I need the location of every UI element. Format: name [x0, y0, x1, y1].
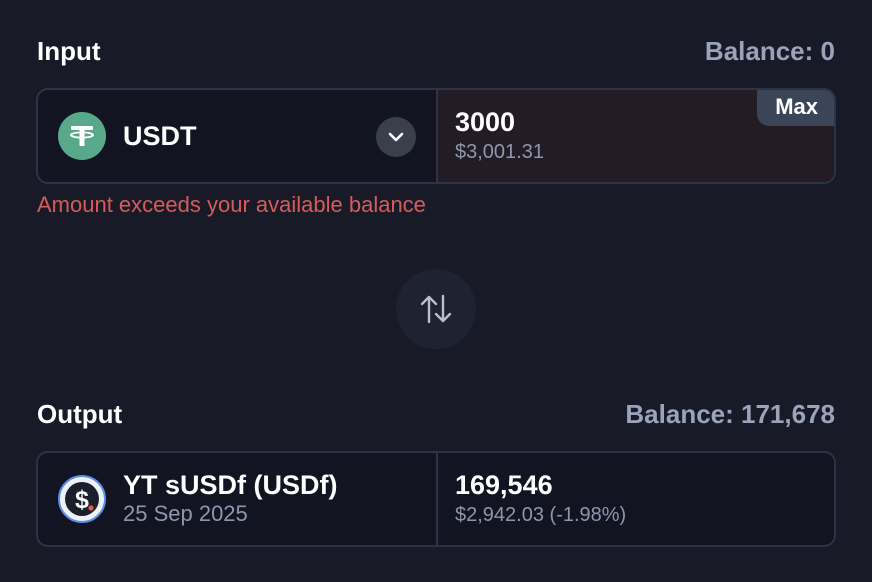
error-message: Amount exceeds your available balance: [37, 192, 426, 217]
output-amount: 169,546: [455, 470, 553, 500]
output-amount-field: 169,546 $2,942.03 (-1.98%): [438, 453, 834, 545]
input-token-symbol: USDT: [123, 120, 197, 151]
output-header: Output Balance: 171,678: [37, 397, 835, 431]
switch-direction-button[interactable]: [396, 269, 476, 349]
input-balance: Balance: 0: [704, 35, 835, 66]
output-amount-usd: $2,942.03 (-1.98%): [455, 504, 627, 526]
output-box: $ YT sUSDf (USDf) 25 Sep 2025 169,546 $2…: [36, 451, 836, 547]
swap-panel: Input Balance: 0 USDT 3000 $3,001.31 Max…: [0, 0, 872, 582]
token-dropdown-button[interactable]: [376, 117, 416, 157]
input-header: Input Balance: 0: [37, 34, 835, 68]
input-box: USDT 3000 $3,001.31 Max: [36, 88, 836, 184]
output-token: $ YT sUSDf (USDf) 25 Sep 2025: [38, 453, 438, 545]
swap-arrows-icon: [420, 294, 452, 324]
output-token-maturity: 25 Sep 2025: [123, 501, 248, 526]
input-title: Input: [37, 35, 101, 66]
svg-text:$: $: [75, 486, 89, 514]
input-amount-field[interactable]: 3000 $3,001.31 Max: [438, 90, 834, 182]
output-token-name: YT sUSDf (USDf): [123, 470, 338, 500]
max-button[interactable]: Max: [757, 90, 834, 126]
input-amount-usd: $3,001.31: [455, 141, 544, 163]
dollar-coin-icon: $: [58, 475, 106, 523]
output-balance: Balance: 171,678: [625, 398, 835, 429]
chevron-down-icon: [388, 132, 404, 142]
tether-icon: [58, 112, 106, 160]
output-token-info: YT sUSDf (USDf) 25 Sep 2025: [123, 470, 338, 528]
input-token-selector[interactable]: USDT: [38, 90, 438, 182]
output-title: Output: [37, 398, 123, 429]
